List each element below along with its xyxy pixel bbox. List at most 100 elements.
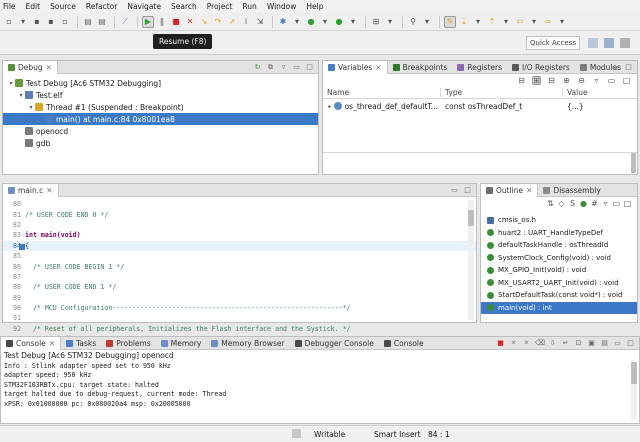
- debug-build-icon[interactable]: ▤: [96, 16, 108, 28]
- search-icon[interactable]: ⚲: [407, 16, 419, 28]
- tab-debugger-console[interactable]: Debugger Console: [290, 337, 379, 350]
- step-over-icon[interactable]: ↷: [212, 16, 224, 28]
- step-return-icon[interactable]: ↗: [226, 16, 238, 28]
- menu-project[interactable]: Project: [207, 2, 233, 11]
- minimize-icon[interactable]: ▭: [450, 186, 459, 195]
- close-icon[interactable]: ✕: [526, 186, 532, 195]
- editor-scrollbar[interactable]: [468, 200, 474, 320]
- dropdown-icon[interactable]: ▾: [347, 16, 359, 28]
- tab-breakpoints[interactable]: Breakpoints: [388, 61, 453, 74]
- suspend-icon[interactable]: ❚: [156, 16, 168, 28]
- dropdown-icon[interactable]: ▾: [421, 16, 433, 28]
- disconnect-icon[interactable]: ✕: [184, 16, 196, 28]
- menu-navigate[interactable]: Navigate: [127, 2, 161, 11]
- tab-console[interactable]: Console ✕: [1, 336, 62, 350]
- code-line[interactable]: 89: [3, 293, 476, 303]
- show-logical-structure-icon[interactable]: ⊞: [532, 76, 541, 85]
- expand-icon[interactable]: ▾: [7, 80, 15, 87]
- maximize-icon[interactable]: □: [624, 63, 633, 72]
- dropdown-icon[interactable]: ▾: [472, 16, 484, 28]
- console-output[interactable]: Info : Stlink adapter speed set to 950 k…: [1, 361, 639, 409]
- pin-icon[interactable]: ⊡: [574, 339, 583, 348]
- menu-search[interactable]: Search: [171, 2, 197, 11]
- menu-source[interactable]: Source: [50, 2, 76, 11]
- tab-console[interactable]: Console: [379, 337, 429, 350]
- tab-tasks[interactable]: Tasks: [61, 337, 101, 350]
- code-area[interactable]: 80 81 /* USER CODE END 0 */ 82 83 int main(vo…: [3, 197, 476, 344]
- dropdown-icon[interactable]: ▾: [17, 16, 29, 28]
- scroll-lock-icon[interactable]: ⇩: [548, 339, 557, 348]
- expand-icon[interactable]: ▾: [17, 92, 25, 99]
- outline-item[interactable]: StartDefaultTask(const void*) : void: [481, 289, 637, 302]
- minimize-icon[interactable]: ▭: [612, 199, 621, 208]
- code-line[interactable]: 80: [3, 199, 476, 209]
- sort-icon[interactable]: ⇅: [546, 199, 555, 208]
- dropdown-icon[interactable]: ▾: [500, 16, 512, 28]
- c-cpp-perspective-icon[interactable]: [604, 38, 614, 48]
- debug-tree-item[interactable]: ▾ Test.elf: [3, 89, 318, 101]
- view-menu-icon[interactable]: ▿: [279, 63, 288, 72]
- word-wrap-icon[interactable]: ↵: [561, 339, 570, 348]
- debug-tree-item[interactable]: openocd: [3, 125, 318, 137]
- dropdown-icon[interactable]: ▾: [556, 16, 568, 28]
- menu-help[interactable]: Help: [306, 2, 323, 11]
- open-type-icon[interactable]: ⊞: [370, 16, 382, 28]
- tab-memory-browser[interactable]: Memory Browser: [206, 337, 289, 350]
- debug-tree-item[interactable]: ▾ Thread #1 (Suspended : Breakpoint): [3, 101, 318, 113]
- view-menu-icon[interactable]: ▿: [601, 199, 610, 208]
- code-line[interactable]: 82: [3, 220, 476, 230]
- menu-edit[interactable]: Edit: [26, 2, 41, 11]
- code-line[interactable]: 85: [3, 251, 476, 261]
- tab-i-o-registers[interactable]: I/O Registers: [507, 61, 575, 74]
- code-line[interactable]: 88 /* USER CODE END 1 */: [3, 282, 476, 292]
- menu-file[interactable]: File: [3, 2, 16, 11]
- tab-memory[interactable]: Memory: [156, 337, 207, 350]
- code-line[interactable]: 81 /* USER CODE END 0 */: [3, 209, 476, 219]
- run-icon[interactable]: ●: [305, 16, 317, 28]
- code-line[interactable]: 91: [3, 313, 476, 323]
- details-pane[interactable]: [323, 152, 637, 174]
- skip-breakpoints-icon[interactable]: ⟋: [119, 16, 131, 28]
- remove-launch-icon[interactable]: ✕: [509, 339, 518, 348]
- close-icon[interactable]: ✕: [49, 339, 55, 348]
- back-icon[interactable]: ⇦: [514, 16, 526, 28]
- save-icon[interactable]: ▪: [31, 16, 43, 28]
- show-type-names-icon[interactable]: ⊟: [517, 76, 526, 85]
- outline-item[interactable]: MX_GPIO_Init(void) : void: [481, 264, 637, 277]
- maximize-icon[interactable]: □: [626, 339, 635, 348]
- console-scrollbar[interactable]: [631, 362, 637, 420]
- debug-perspective-icon[interactable]: [620, 38, 630, 48]
- minimize-icon[interactable]: ▭: [611, 63, 620, 72]
- drop-to-frame-icon[interactable]: ⇲: [254, 16, 266, 28]
- outline-item[interactable]: huart2 : UART_HandleTypeDef: [481, 227, 637, 240]
- remove-terminated-icon[interactable]: ⧉: [266, 63, 275, 72]
- debug-tree-item[interactable]: ▾ Test Debug [Ac6 STM32 Debugging]: [3, 77, 318, 89]
- build-icon[interactable]: ▤: [82, 16, 94, 28]
- open-console-icon[interactable]: ▤: [600, 339, 609, 348]
- external-tools-icon[interactable]: ●: [333, 16, 345, 28]
- quick-access-field[interactable]: Quick Access: [526, 36, 580, 50]
- tab-disassembly[interactable]: Disassembly: [538, 184, 605, 197]
- maximize-icon[interactable]: □: [623, 199, 632, 208]
- tab-variables[interactable]: Variables ✕: [323, 60, 388, 74]
- toggle-mark-occurrences-icon[interactable]: ✎: [444, 15, 456, 28]
- minimize-icon[interactable]: ▭: [613, 339, 622, 348]
- previous-annotation-icon[interactable]: ⇡: [486, 16, 498, 28]
- tab-debug[interactable]: Debug ✕: [3, 60, 58, 74]
- open-perspective-icon[interactable]: [588, 38, 598, 48]
- next-annotation-icon[interactable]: ⇣: [458, 16, 470, 28]
- instruction-stepping-icon[interactable]: i: [240, 16, 252, 28]
- expand-icon[interactable]: ▾: [27, 104, 35, 111]
- tab-outline[interactable]: Outline ✕: [481, 183, 539, 197]
- outline-item[interactable]: SystemClock_Config(void) : void: [481, 252, 637, 265]
- collapse-all-icon[interactable]: ⊟: [547, 76, 556, 85]
- debug-tree-item[interactable]: main() at main.c:84 0x8001ea8: [3, 113, 318, 125]
- dropdown-icon[interactable]: ▾: [319, 16, 331, 28]
- terminate-icon[interactable]: ■: [170, 16, 182, 28]
- close-icon[interactable]: ✕: [375, 63, 381, 72]
- dropdown-icon[interactable]: ▾: [291, 16, 303, 28]
- outline-item[interactable]: defaultTaskHandle : osThreadId: [481, 239, 637, 252]
- terminate-icon[interactable]: ■: [496, 339, 505, 348]
- hide-nonpublic-icon[interactable]: ●: [579, 199, 588, 208]
- debug-run-icon[interactable]: ✱: [277, 16, 289, 28]
